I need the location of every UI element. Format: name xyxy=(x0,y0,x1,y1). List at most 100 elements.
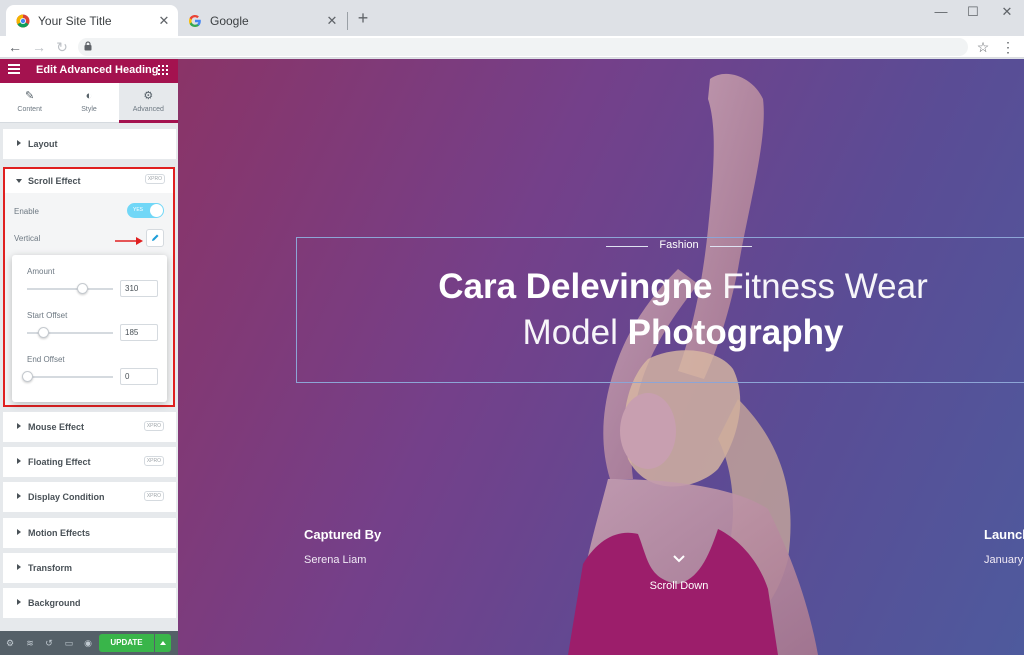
editor-panel: Edit Advanced Heading ✎ Content ◐ Style … xyxy=(0,59,179,655)
caret-right-icon xyxy=(17,493,21,499)
tab-your-site-title[interactable]: Your Site Title ✕ xyxy=(6,5,178,36)
pencil-icon xyxy=(152,234,159,241)
section-label: Scroll Effect xyxy=(28,176,81,186)
pencil-icon: ✎ xyxy=(25,90,35,102)
back-arrow-icon[interactable]: ← xyxy=(6,37,24,57)
reload-icon[interactable]: ↻ xyxy=(53,37,71,57)
tab-label: Content xyxy=(17,106,42,113)
start-offset-slider-handle[interactable] xyxy=(38,327,49,338)
site-preview: Fashion Cara Delevingne Fitness Wear Mod… xyxy=(178,59,1024,655)
section-display-condition[interactable]: Display Condition XPRO xyxy=(3,482,176,512)
pro-badge: XPRO xyxy=(143,421,164,431)
annotation-arrow-icon xyxy=(115,237,143,245)
tab-title: Google xyxy=(210,13,249,28)
section-scroll-effect: Scroll Effect XPRO Enable YES Vertical A… xyxy=(3,167,175,407)
forward-arrow-icon[interactable]: → xyxy=(30,37,48,57)
section-label: Motion Effects xyxy=(28,528,90,538)
enable-toggle[interactable]: YES xyxy=(127,203,164,218)
amount-slider-handle[interactable] xyxy=(77,283,88,294)
end-offset-slider-handle[interactable] xyxy=(22,371,33,382)
vertical-settings-popover: Amount 310 Start Offset 185 End Offset 0 xyxy=(12,255,167,402)
section-label: Transform xyxy=(28,563,73,573)
scroll-effect-header[interactable]: Scroll Effect XPRO xyxy=(5,169,173,193)
close-tab-icon[interactable]: ✕ xyxy=(324,13,340,29)
scroll-down-link[interactable]: Scroll Down xyxy=(638,580,720,592)
settings-gear-icon[interactable]: ⚙ xyxy=(4,636,16,650)
launch-label: Launch xyxy=(984,527,1024,542)
panel-footer: ⚙ ≋ ↺ ▭ ◉ UPDATE xyxy=(0,631,178,655)
caret-right-icon xyxy=(17,564,21,570)
preview-eye-icon[interactable]: ◉ xyxy=(82,636,94,650)
widgets-grid-icon[interactable] xyxy=(158,65,168,75)
lock-icon xyxy=(84,41,92,51)
panel-tabs: ✎ Content ◐ Style ⚙ Advanced xyxy=(0,83,179,123)
browser-toolbar: ← → ↻ ☆ ⋮ xyxy=(0,36,1024,58)
update-button[interactable]: UPDATE xyxy=(99,634,154,652)
section-layout[interactable]: Layout xyxy=(3,129,176,159)
tab-title: Your Site Title xyxy=(38,13,112,28)
tab-label: Style xyxy=(81,106,97,113)
section-label: Display Condition xyxy=(28,492,105,502)
captured-by-label: Captured By xyxy=(304,527,382,542)
end-offset-input[interactable]: 0 xyxy=(120,368,158,385)
address-bar[interactable] xyxy=(78,38,968,56)
start-offset-input[interactable]: 185 xyxy=(120,324,158,341)
section-mouse-effect[interactable]: Mouse Effect XPRO xyxy=(3,412,176,442)
close-tab-icon[interactable]: ✕ xyxy=(156,13,172,29)
caret-down-icon xyxy=(16,179,22,183)
toggle-knob xyxy=(150,204,163,217)
new-tab-button[interactable]: + xyxy=(354,8,372,28)
caret-right-icon xyxy=(17,458,21,464)
caret-right-icon xyxy=(17,529,21,535)
eyebrow-left-rule xyxy=(606,246,648,247)
start-offset-label: Start Offset xyxy=(27,311,68,320)
navigator-layers-icon[interactable]: ≋ xyxy=(24,636,36,650)
panel-title: Edit Advanced Heading xyxy=(36,64,159,76)
section-label: Background xyxy=(28,598,81,608)
captured-by-name: Serena Liam xyxy=(304,554,367,566)
bookmark-star-icon[interactable]: ☆ xyxy=(974,37,992,57)
tab-google[interactable]: Google ✕ xyxy=(178,5,346,36)
section-label: Floating Effect xyxy=(28,457,91,467)
caret-right-icon xyxy=(17,140,21,146)
heading-bold-text: Photography xyxy=(627,313,844,352)
minimize-button[interactable]: — xyxy=(926,2,956,22)
responsive-mode-icon[interactable]: ▭ xyxy=(63,636,75,650)
caret-right-icon xyxy=(17,599,21,605)
chevron-down-icon[interactable] xyxy=(672,554,686,564)
hero-frame-border xyxy=(296,237,1024,383)
browser-tab-bar: Your Site Title ✕ Google ✕ + — ☐ ✕ xyxy=(0,0,1024,36)
section-transform[interactable]: Transform xyxy=(3,553,176,583)
chrome-icon xyxy=(16,14,30,27)
update-options-button[interactable] xyxy=(155,634,171,652)
panel-header: Edit Advanced Heading xyxy=(0,59,178,83)
tab-advanced[interactable]: ⚙ Advanced xyxy=(118,83,179,123)
eyebrow-right-rule xyxy=(710,246,752,247)
hamburger-menu-icon[interactable] xyxy=(8,64,20,74)
toggle-text: YES xyxy=(133,207,144,213)
tab-style[interactable]: ◐ Style xyxy=(59,83,118,122)
section-background[interactable]: Background xyxy=(3,588,176,618)
history-icon[interactable]: ↺ xyxy=(43,636,55,650)
tab-label: Advanced xyxy=(132,106,164,113)
close-window-button[interactable]: ✕ xyxy=(992,2,1022,22)
vertical-edit-button[interactable] xyxy=(146,229,164,247)
hero-eyebrow: Fashion xyxy=(659,239,699,251)
hero-heading-line-1: Cara Delevingne Fitness Wear xyxy=(388,267,978,307)
pro-badge: XPRO xyxy=(144,174,165,184)
pro-badge: XPRO xyxy=(143,491,164,501)
heading-light-text: Model xyxy=(522,313,618,352)
tab-content[interactable]: ✎ Content xyxy=(0,83,59,122)
amount-label: Amount xyxy=(27,267,55,276)
launch-value: January xyxy=(984,554,1024,566)
browser-menu-icon[interactable]: ⋮ xyxy=(1000,37,1016,57)
amount-slider-track[interactable] xyxy=(27,288,113,290)
section-label: Layout xyxy=(28,139,58,149)
amount-input[interactable]: 310 xyxy=(120,280,158,297)
contrast-icon: ◐ xyxy=(85,90,93,102)
maximize-button[interactable]: ☐ xyxy=(958,2,988,22)
heading-bold-text: Cara Delevingne xyxy=(438,267,713,306)
end-offset-slider-track[interactable] xyxy=(27,376,113,378)
section-floating-effect[interactable]: Floating Effect XPRO xyxy=(3,447,176,477)
section-motion-effects[interactable]: Motion Effects xyxy=(3,518,176,548)
